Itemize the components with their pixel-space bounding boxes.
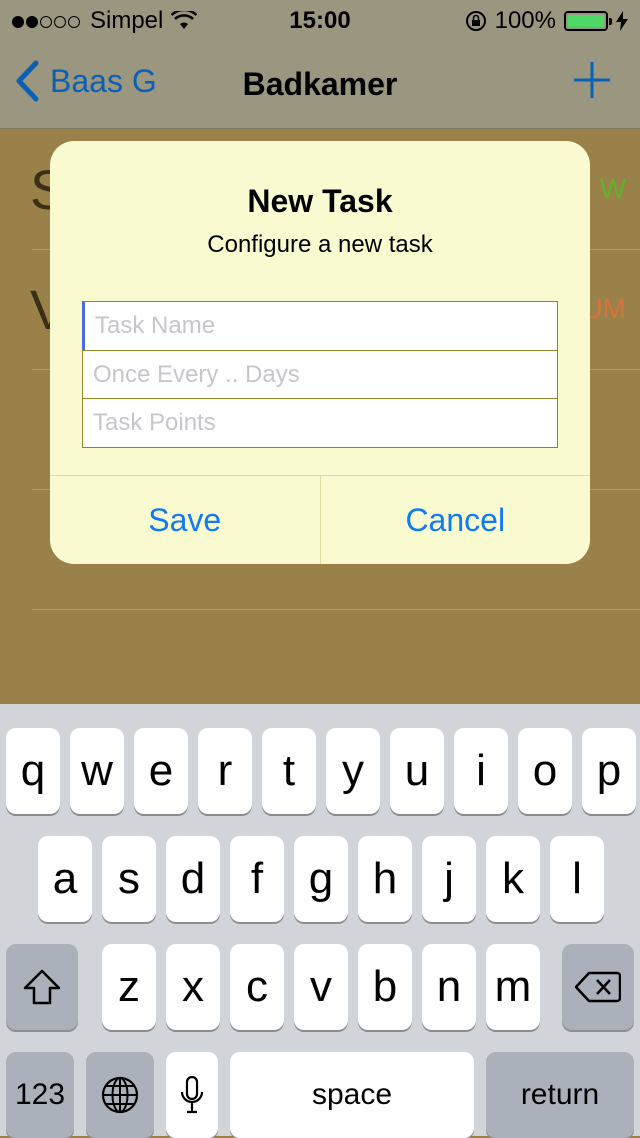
key-s[interactable]: s <box>102 836 156 922</box>
dialog-fields <box>82 301 558 448</box>
key-j[interactable]: j <box>422 836 476 922</box>
delete-icon <box>575 971 621 1003</box>
key-f[interactable]: f <box>230 836 284 922</box>
key-e[interactable]: e <box>134 728 188 814</box>
points-field[interactable] <box>82 398 558 448</box>
key-y[interactable]: y <box>326 728 380 814</box>
interval-field[interactable] <box>82 349 558 400</box>
dialog-actions: Save Cancel <box>50 475 590 564</box>
key-z[interactable]: z <box>102 944 156 1030</box>
return-key[interactable]: return <box>486 1052 634 1138</box>
key-n[interactable]: n <box>422 944 476 1030</box>
battery-icon <box>564 11 612 31</box>
key-t[interactable]: t <box>262 728 316 814</box>
microphone-icon <box>180 1075 204 1114</box>
key-l[interactable]: l <box>550 836 604 922</box>
dialog-message: Configure a new task <box>207 231 433 258</box>
save-button[interactable]: Save <box>50 476 320 564</box>
key-d[interactable]: d <box>166 836 220 922</box>
dialog-title: New Task <box>247 183 393 219</box>
dictation-key[interactable] <box>166 1052 218 1138</box>
key-p[interactable]: p <box>582 728 636 814</box>
shift-icon <box>23 969 61 1005</box>
plus-icon[interactable] <box>574 62 610 98</box>
key-c[interactable]: c <box>230 944 284 1030</box>
new-task-dialog: New Task Configure a new task Save Cance… <box>50 141 590 564</box>
key-x[interactable]: x <box>166 944 220 1030</box>
key-q[interactable]: q <box>6 728 60 814</box>
key-h[interactable]: h <box>358 836 412 922</box>
key-k[interactable]: k <box>486 836 540 922</box>
key-u[interactable]: u <box>390 728 444 814</box>
shift-key[interactable] <box>6 944 78 1030</box>
key-r[interactable]: r <box>198 728 252 814</box>
key-i[interactable]: i <box>454 728 508 814</box>
rotation-lock-icon <box>465 11 486 31</box>
delete-key[interactable] <box>562 944 634 1030</box>
battery-percent: 100% <box>494 7 556 34</box>
numbers-key[interactable]: 123 <box>6 1052 74 1138</box>
key-b[interactable]: b <box>358 944 412 1030</box>
space-key[interactable]: space <box>230 1052 474 1138</box>
globe-icon <box>101 1076 139 1114</box>
key-a[interactable]: a <box>38 836 92 922</box>
list-item-detail: W <box>599 173 626 204</box>
key-v[interactable]: v <box>294 944 348 1030</box>
key-o[interactable]: o <box>518 728 572 814</box>
keyboard: q w e r t y u i o p a s d f g h j k l z … <box>0 704 640 1138</box>
key-m[interactable]: m <box>486 944 540 1030</box>
task-name-field[interactable] <box>82 301 558 351</box>
globe-key[interactable] <box>86 1052 154 1138</box>
navigation-bar: Baas G Badkamer <box>0 40 640 129</box>
key-g[interactable]: g <box>294 836 348 922</box>
status-bar: Simpel 15:00 100% <box>0 0 640 40</box>
page-title: Badkamer <box>242 66 398 102</box>
cancel-button[interactable]: Cancel <box>319 476 591 564</box>
key-w[interactable]: w <box>70 728 124 814</box>
charging-icon <box>616 11 628 31</box>
